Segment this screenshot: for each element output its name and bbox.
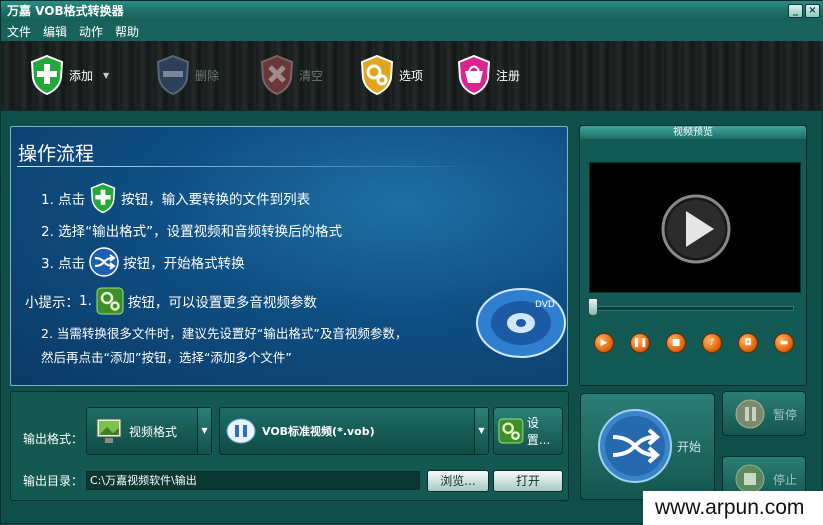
dvd-text: DVD [535, 300, 555, 310]
tip-label: 小提示： [25, 295, 79, 311]
convert-shuffle-icon [598, 409, 672, 483]
chevron-down-icon[interactable]: ▼ [197, 408, 211, 454]
open-folder-icon[interactable]: ▬ [774, 333, 794, 353]
add-label: 添加 [69, 68, 94, 83]
start-button[interactable]: 开始 [580, 393, 715, 500]
open-button[interactable]: 打开 [493, 470, 563, 492]
format-category-select[interactable]: 视频格式 ▼ [86, 407, 212, 455]
menu-action[interactable]: 动作 [79, 23, 103, 40]
guide-step-1: 1. 点击 按钮，输入要转换的文件到列表 [41, 182, 310, 214]
title-bar: 万嘉 VOB格式转换器 _ × [1, 1, 823, 21]
options-button[interactable]: 选项 [359, 53, 423, 97]
settings-label: 设置... [526, 416, 551, 447]
minimize-button[interactable]: _ [788, 4, 803, 18]
format-category-value: 视频格式 [129, 424, 178, 439]
delete-button[interactable]: 删除 [155, 53, 219, 97]
pause-button[interactable]: 暂停 [722, 391, 806, 436]
snapshot-camera-icon[interactable]: ◘ [738, 333, 758, 353]
preview-controls: ▶ ❚❚ ■ ♪ ◘ ▬ [594, 333, 794, 353]
delete-label: 删除 [195, 68, 220, 83]
add-shield-icon [30, 54, 64, 96]
menu-file[interactable]: 文件 [7, 23, 31, 40]
preview-seek-thumb[interactable] [588, 298, 598, 316]
output-dir-label: 输出目录： [23, 474, 84, 488]
step3-suffix: 按钮，开始格式转换 [123, 256, 245, 272]
add-dropdown-icon[interactable]: ▼ [103, 71, 109, 80]
preview-title: 视频预览 [580, 126, 806, 139]
tip2-line1: 2. 当需转换很多文件时，建议先设置好“输出格式”及音视频参数， [41, 326, 408, 341]
format-value: VOB标准视频(*.vob) [262, 425, 375, 438]
volume-icon[interactable]: ♪ [702, 333, 722, 353]
step2-text: 2. 选择“输出格式”，设置视频和音频转换后的格式 [41, 224, 343, 240]
pause-label: 暂停 [773, 408, 798, 422]
guide-tip-2-line2: 然后再点击“添加”按钮，选择“添加多个文件” [41, 347, 292, 366]
step3-prefix: 3. 点击 [41, 256, 86, 272]
start-label: 开始 [677, 440, 702, 454]
pause-icon[interactable]: ❚❚ [630, 333, 650, 353]
vob-format-icon [226, 418, 256, 444]
tip1-suffix: 按钮，可以设置更多音视频参数 [127, 295, 317, 311]
guide-panel: 操作流程 1. 点击 按钮，输入要转换的文件到列表 2. 选择“输出格式”，设置… [10, 126, 568, 386]
preview-screen [589, 162, 801, 293]
options-gear-icon [360, 54, 394, 96]
settings-button[interactable]: 设置... [493, 407, 563, 455]
settings-gear-icon [498, 418, 524, 444]
close-button[interactable]: × [805, 4, 820, 18]
add-shield-icon [90, 182, 116, 214]
output-dir-input[interactable]: C:\万嘉视频软件\输出 [86, 471, 420, 490]
clear-label: 清空 [299, 68, 324, 83]
watermark: www.arpun.com [643, 491, 823, 525]
video-preview-panel: 视频预览 ▶ ❚❚ ■ ♪ ◘ ▬ [579, 125, 807, 386]
browse-button[interactable]: 浏览... [427, 470, 489, 492]
step1-suffix: 按钮，输入要转换的文件到列表 [121, 192, 311, 208]
menu-bar: 文件 编辑 动作 帮助 [1, 21, 823, 41]
monitor-icon [96, 418, 122, 443]
register-label: 注册 [496, 68, 521, 83]
window-title: 万嘉 VOB格式转换器 [7, 4, 124, 18]
tip1-prefix: 1. [79, 293, 92, 309]
format-select[interactable]: VOB标准视频(*.vob) ▼ [219, 407, 489, 455]
clear-shield-icon [260, 54, 294, 96]
window-controls: _ × [788, 4, 820, 18]
guide-divider [17, 166, 487, 167]
stop-label: 停止 [773, 473, 798, 487]
play-overlay-icon[interactable] [590, 163, 802, 294]
step1-prefix: 1. 点击 [41, 192, 86, 208]
app-window: 万嘉 VOB格式转换器 _ × 文件 编辑 动作 帮助 添加 ▼ 删除 清空 选… [0, 0, 823, 525]
options-label: 选项 [399, 68, 424, 83]
menu-edit[interactable]: 编辑 [43, 23, 67, 40]
register-basket-icon [457, 54, 491, 96]
options-gear-icon [96, 287, 124, 315]
stop-icon[interactable]: ■ [666, 333, 686, 353]
convert-shuffle-icon [89, 247, 119, 277]
guide-tip-1: 小提示： 1. 按钮，可以设置更多音视频参数 [25, 287, 317, 315]
dvd-disc-icon: DVD [476, 288, 566, 358]
add-button[interactable]: 添加 ▼ [29, 53, 109, 97]
chevron-down-icon[interactable]: ▼ [474, 408, 488, 454]
output-format-label: 输出格式： [23, 432, 84, 446]
tip2-line2: 然后再点击“添加”按钮，选择“添加多个文件” [41, 350, 292, 365]
menu-help[interactable]: 帮助 [115, 23, 139, 40]
clear-button[interactable]: 清空 [259, 53, 323, 97]
output-settings-panel: 输出格式： 视频格式 ▼ VOB标准视频(*.vob) ▼ 设置... 输出目录… [10, 391, 569, 501]
preview-seek-track[interactable] [588, 306, 794, 311]
register-button[interactable]: 注册 [456, 53, 520, 97]
play-icon[interactable]: ▶ [594, 333, 614, 353]
pause-icon [735, 399, 765, 429]
guide-step-3: 3. 点击 按钮，开始格式转换 [41, 247, 245, 277]
guide-tip-2-line1: 2. 当需转换很多文件时，建议先设置好“输出格式”及音视频参数， [41, 323, 407, 342]
delete-shield-icon [156, 54, 190, 96]
toolbar: 添加 ▼ 删除 清空 选项 注册 [1, 41, 823, 111]
guide-step-2: 2. 选择“输出格式”，设置视频和音频转换后的格式 [41, 220, 342, 240]
guide-title: 操作流程 [18, 143, 95, 165]
stop-icon [735, 464, 765, 494]
